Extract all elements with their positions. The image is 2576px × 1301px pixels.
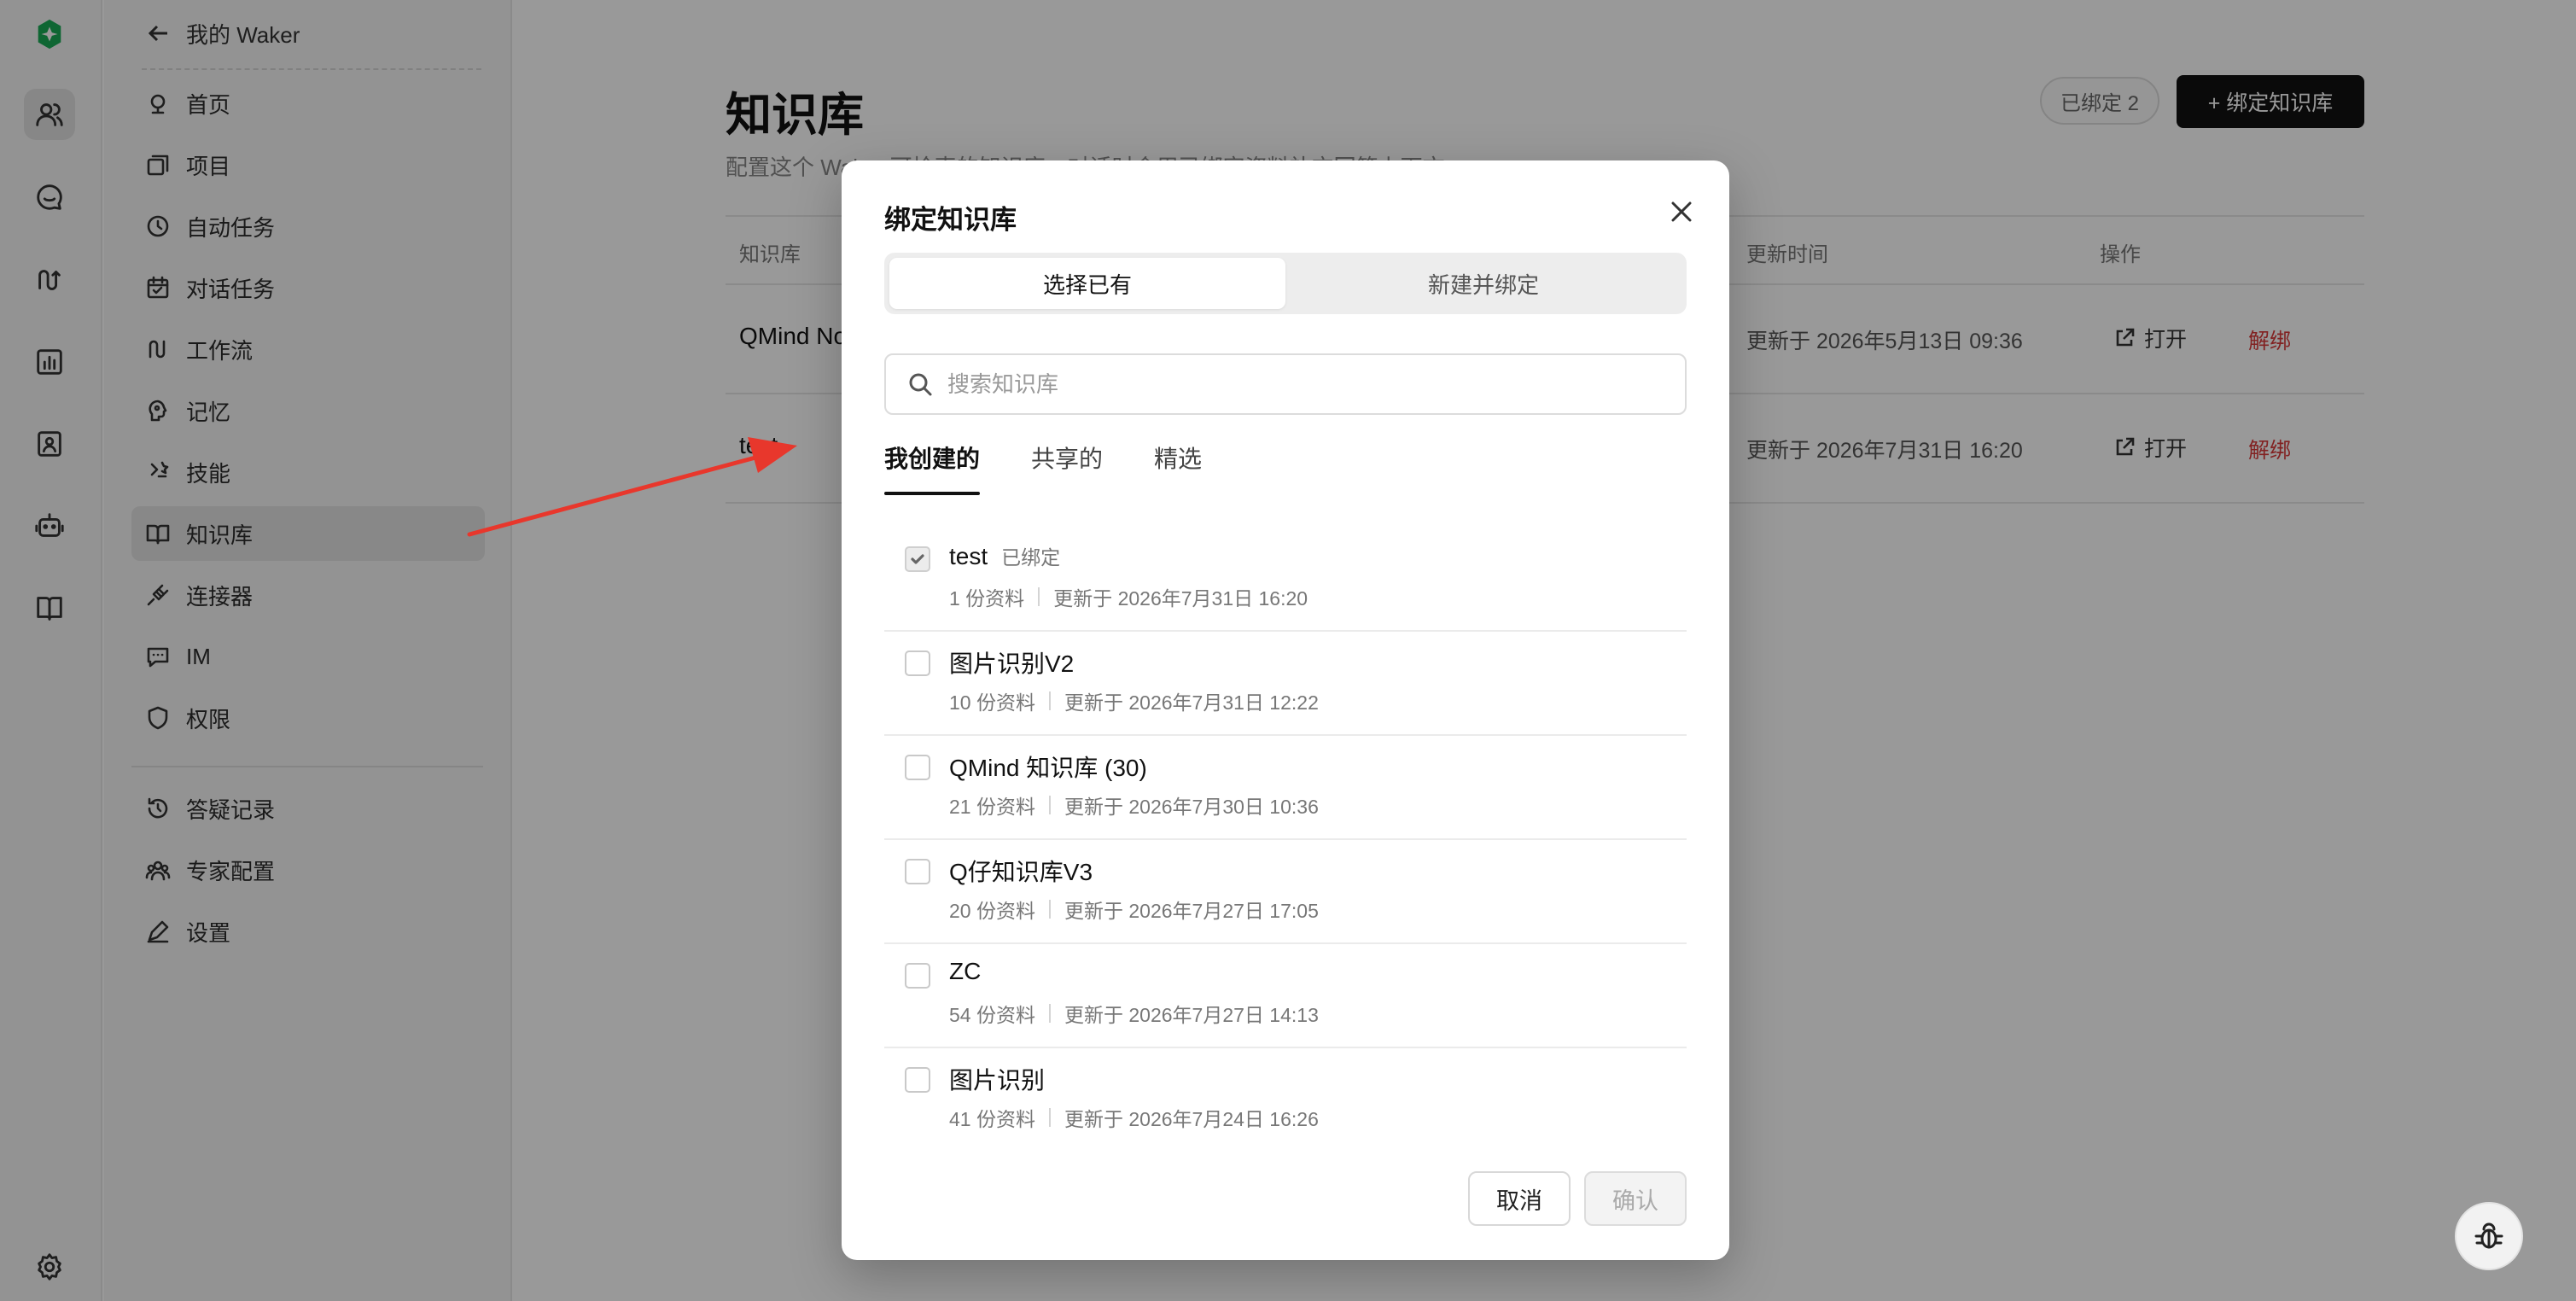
item-updated: 更新于 2026年7月31日 12:22 [1064,691,1319,714]
list-item[interactable]: test 已绑定 1 份资料 更新于 2026年7月31日 16:20 [884,528,1687,632]
item-checkbox[interactable] [905,755,930,780]
item-updated: 更新于 2026年7月31日 16:20 [1053,587,1308,610]
item-name: 图片识别V2 [949,650,1075,677]
item-updated: 更新于 2026年7月24日 16:26 [1064,1108,1319,1130]
segment-select-existing[interactable]: 选择已有 [889,258,1285,309]
item-count: 10 份资料 [949,691,1035,714]
item-checkbox[interactable] [905,963,930,989]
item-updated: 更新于 2026年7月27日 17:05 [1064,900,1319,922]
search-box [884,353,1687,415]
item-count: 20 份资料 [949,900,1035,922]
item-count: 1 份资料 [949,587,1025,610]
debug-button[interactable] [2455,1202,2523,1270]
item-checkbox[interactable] [905,859,930,884]
mode-segmented-control: 选择已有 新建并绑定 [884,253,1687,314]
list-item[interactable]: 图片识别V2 10 份资料 更新于 2026年7月31日 12:22 [884,632,1687,736]
bind-knowledge-base-dialog: 绑定知识库 选择已有 新建并绑定 我创建的 共享的 精选 test 已绑定 1 … [842,160,1729,1260]
meta-separator [1048,1004,1051,1023]
meta-separator [1048,691,1051,710]
item-checkbox[interactable] [905,546,930,572]
bound-tag: 已绑定 [1001,546,1061,569]
meta-separator [1038,587,1040,606]
close-icon [1671,201,1692,222]
dialog-title: 绑定知识库 [884,205,1017,235]
segment-create-and-bind[interactable]: 新建并绑定 [1285,258,1681,309]
source-tabs: 我创建的 共享的 精选 [884,440,1202,495]
confirm-button[interactable]: 确认 [1584,1171,1687,1226]
item-name: Q仔知识库V3 [949,859,1093,885]
item-name: 图片识别 [949,1067,1046,1094]
cancel-button[interactable]: 取消 [1468,1171,1571,1226]
item-count: 54 份资料 [949,1004,1035,1026]
item-name: test [949,543,988,569]
list-item[interactable]: 图片识别 41 份资料 更新于 2026年7月24日 16:26 [884,1048,1687,1152]
search-input[interactable] [947,370,1647,398]
check-icon [911,554,924,564]
meta-separator [1048,1108,1051,1127]
item-checkbox[interactable] [905,1067,930,1093]
item-checkbox[interactable] [905,650,930,676]
close-button[interactable] [1663,193,1700,230]
item-updated: 更新于 2026年7月30日 10:36 [1064,796,1319,818]
knowledge-base-list: test 已绑定 1 份资料 更新于 2026年7月31日 16:20 图片识别… [884,528,1687,1152]
meta-separator [1048,796,1051,814]
item-name: QMind 知识库 (30) [949,755,1147,781]
tab-created-by-me[interactable]: 我创建的 [884,440,981,495]
search-icon [909,373,932,396]
list-item[interactable]: Q仔知识库V3 20 份资料 更新于 2026年7月27日 17:05 [884,840,1687,944]
item-count: 41 份资料 [949,1108,1035,1130]
tab-featured[interactable]: 精选 [1154,440,1202,492]
tab-shared[interactable]: 共享的 [1031,440,1103,492]
list-item[interactable]: ZC 54 份资料 更新于 2026年7月27日 14:13 [884,944,1687,1048]
item-count: 21 份资料 [949,796,1035,818]
bug-icon [2474,1222,2503,1249]
item-updated: 更新于 2026年7月27日 14:13 [1064,1004,1319,1026]
list-item[interactable]: QMind 知识库 (30) 21 份资料 更新于 2026年7月30日 10:… [884,736,1687,840]
meta-separator [1048,900,1051,919]
item-name: ZC [949,958,982,984]
